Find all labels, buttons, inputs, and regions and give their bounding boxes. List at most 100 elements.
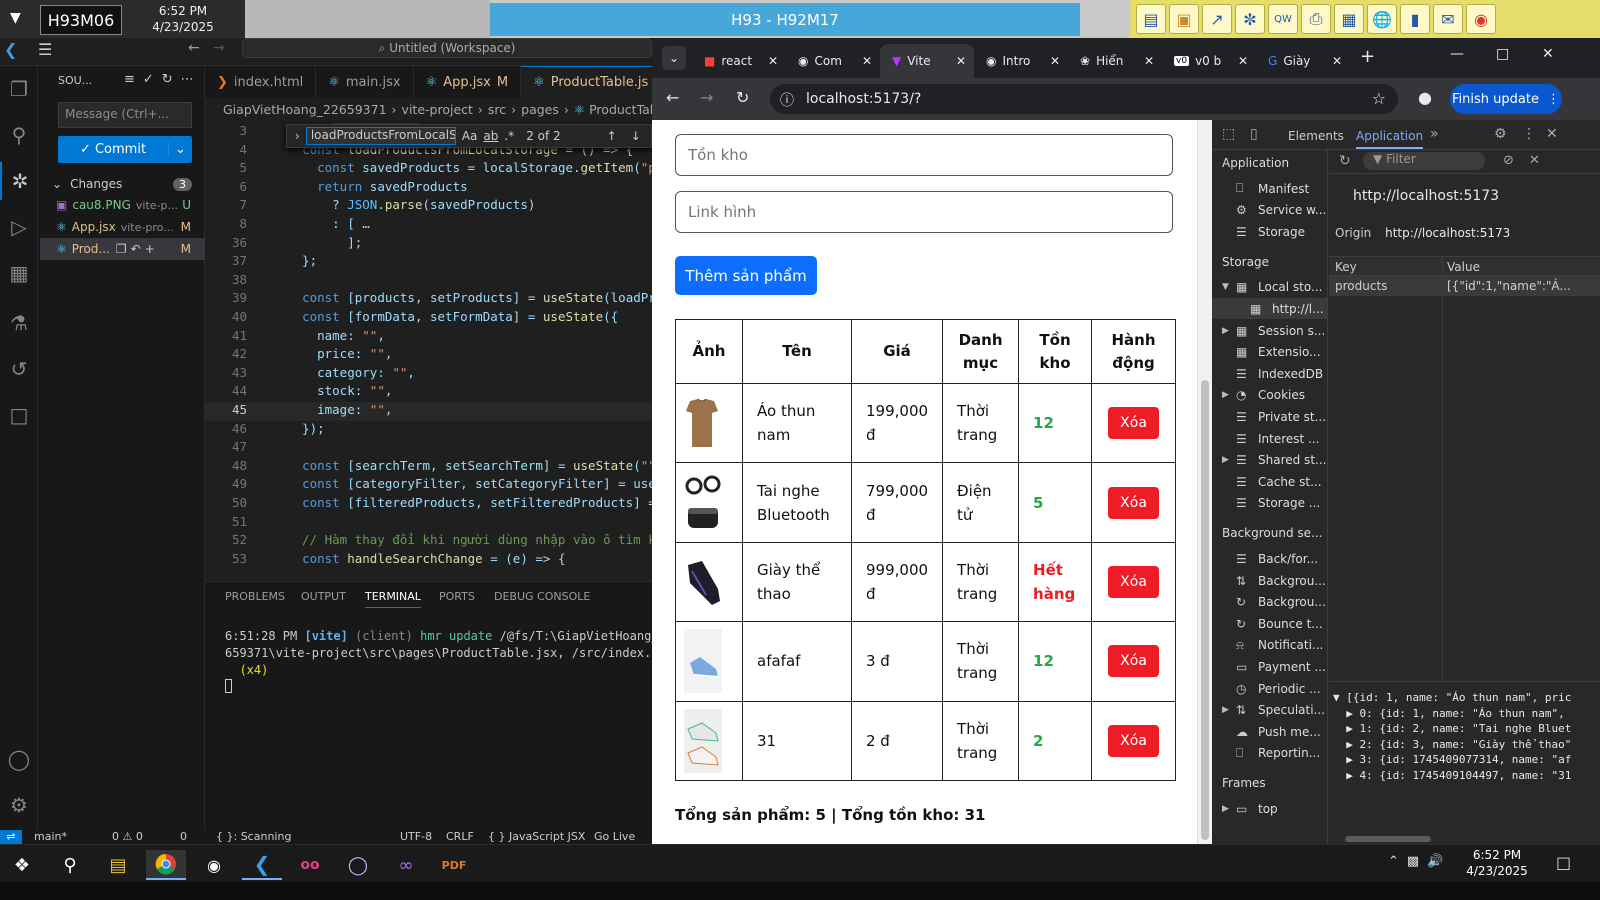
code-line[interactable]: 44 stock: "", [205, 383, 660, 402]
close-tab-icon[interactable]: ✕ [1144, 54, 1154, 68]
delete-button[interactable]: Xóa [1108, 645, 1159, 678]
tab-index-html[interactable]: ❯ index.html [205, 66, 317, 98]
testing-icon[interactable]: ⚗ [0, 304, 38, 342]
run-debug-icon[interactable]: ▷ [0, 208, 38, 246]
back-icon[interactable]: ← [666, 88, 679, 107]
code-line[interactable]: 6 return savedProducts [205, 179, 660, 198]
delete-selected-icon[interactable]: ✕ [1529, 153, 1540, 168]
add-product-button[interactable]: Thêm sản phẩm [675, 256, 817, 295]
close-tab-icon[interactable]: ✕ [956, 54, 966, 68]
explorer-icon[interactable]: ❐ [0, 70, 38, 108]
preview-line[interactable]: ▶ 0: {id: 1, name: "Áo thun nam", [1333, 706, 1600, 722]
more-tabs-icon[interactable]: » [1430, 126, 1439, 142]
scm-actions-icons[interactable]: ≡✓↻⋯ [124, 72, 202, 87]
code-line[interactable]: 45 image: "", [205, 402, 660, 421]
sidebar-item[interactable]: ▶ ▦ Session s... [1212, 320, 1327, 341]
tab-product-table[interactable]: ⚛ ProductTable.js [521, 66, 662, 98]
preview-line[interactable]: ▶ 4: {id: 1745409104497, name: "31 [1333, 768, 1600, 784]
browser-tab[interactable]: ❀ Hiển ✕ [1068, 44, 1162, 78]
device-toolbar-icon[interactable]: ▯ [1250, 126, 1258, 142]
hamburger-menu-icon[interactable]: ☰ [38, 40, 52, 59]
crumb-item[interactable]: pages [521, 102, 559, 117]
sidebar-item[interactable]: ▶ ⇅ Speculati... [1212, 700, 1327, 721]
language-status[interactable]: { } JavaScript JSX [488, 830, 585, 843]
briefcase-icon[interactable]: ▣ [1169, 4, 1199, 34]
grid-window-icon[interactable]: ▦ [1334, 4, 1364, 34]
image-link-input[interactable]: Link hình [675, 191, 1173, 233]
lifebuoy-icon[interactable]: ◉ [1466, 4, 1496, 34]
new-tab-icon[interactable]: + [1360, 46, 1375, 67]
next-match-icon[interactable]: ↓ [631, 129, 641, 143]
clear-all-icon[interactable]: ⊘ [1503, 153, 1514, 168]
code-line[interactable]: 51 [205, 514, 660, 533]
find-input[interactable]: loadProductsFromLocalSt [305, 127, 456, 145]
code-line[interactable]: 37 }; [205, 253, 660, 272]
remote-explorer-icon[interactable]: ↺ [0, 350, 38, 388]
dial-icon[interactable]: ✼ [1235, 4, 1265, 34]
window-icon[interactable]: ▤ [1136, 4, 1166, 34]
sidebar-item[interactable]: ⚙ Service w... [1212, 200, 1327, 221]
sidebar-item[interactable]: ⎕ Reportin... [1212, 743, 1327, 764]
address-bar[interactable]: ⓘ localhost:5173/? ☆ [770, 84, 1398, 114]
encoding-status[interactable]: UTF-8 [400, 830, 432, 843]
browser-tab[interactable]: ◉ Com ✕ [786, 44, 880, 78]
sidebar-item[interactable]: ▶ ◔ Cookies [1212, 385, 1327, 406]
sidebar-item[interactable]: ▶ ▭ top [1212, 798, 1327, 819]
close-devtools-icon[interactable]: ✕ [1546, 126, 1558, 142]
crumb-item[interactable]: GiapVietHoang_22659371 [223, 102, 387, 117]
extensions-icon[interactable]: ▦ [0, 254, 38, 292]
tab-app-jsx[interactable]: ⚛ App.jsx M [414, 66, 522, 98]
forward-arrow-icon[interactable]: → [213, 40, 225, 56]
delete-button[interactable]: Xóa [1108, 407, 1159, 440]
match-case-icon[interactable]: Aa [462, 129, 478, 143]
storage-row[interactable]: products [{"id":1,"name":"Á... [1329, 276, 1600, 296]
sidebar-item[interactable]: ↻ Bounce t... [1212, 613, 1327, 634]
preview-line[interactable]: ▼ [{id: 1, name: "Áo thun nam", pric [1333, 690, 1600, 706]
browser-tab-active[interactable]: ▼ Vite ✕ [880, 44, 974, 78]
sidebar-item[interactable]: ☰ Storage ... [1212, 493, 1327, 514]
delete-button[interactable]: Xóa [1108, 486, 1159, 519]
file-explorer-icon[interactable]: ▤ [98, 850, 138, 880]
sidebar-item[interactable]: ◷ Periodic ... [1212, 678, 1327, 699]
book-icon[interactable]: ▮ [1400, 4, 1430, 34]
page-scrollbar[interactable] [1197, 120, 1212, 844]
browser-tab[interactable]: ◉ Intro ✕ [974, 44, 1068, 78]
unikey-icon[interactable]: oo [290, 850, 330, 880]
panel-tab-ports[interactable]: PORTS [439, 590, 475, 603]
app-menu-icon[interactable]: ▼ [10, 10, 21, 26]
eclipse-icon[interactable]: ◯ [338, 850, 378, 880]
crumb-item[interactable]: src [488, 102, 506, 117]
site-info-icon[interactable]: ⓘ [780, 90, 794, 110]
code-line[interactable]: 5 const savedProducts = localStorage.get… [205, 160, 660, 179]
sidebar-item[interactable]: ⍾ Notificati... [1212, 635, 1327, 656]
start-windows-icon[interactable]: ❖ [2, 850, 42, 880]
reload-icon[interactable]: ↻ [736, 88, 749, 107]
search-icon[interactable]: ⚲ [50, 850, 90, 880]
search-icon[interactable]: ⚲ [0, 116, 38, 154]
code-line[interactable]: 8 : [ … [205, 216, 660, 235]
code-line[interactable]: 41 name: "", [205, 328, 660, 347]
close-window-icon[interactable]: ✕ [1542, 46, 1554, 62]
sidebar-item[interactable]: ☰ Back/for... [1212, 548, 1327, 569]
sidebar-item[interactable]: ☰ IndexedDB [1212, 363, 1327, 384]
sidebar-item[interactable]: ☰ Cache st... [1212, 471, 1327, 492]
code-line[interactable]: 38 [205, 272, 660, 291]
commit-message-input[interactable]: Message (Ctrl+... [58, 102, 192, 128]
scrollbar-thumb[interactable] [1201, 380, 1209, 840]
delete-button[interactable]: Xóa [1108, 565, 1159, 598]
chat-icon[interactable]: ✉ [1433, 4, 1463, 34]
sidebar-item[interactable]: ▼ ▦ Local sto... [1212, 277, 1327, 298]
notification-icon[interactable]: □ [1556, 853, 1571, 872]
prev-match-icon[interactable]: ↑ [607, 129, 617, 143]
code-line[interactable]: 50 const [filteredProducts, setFilteredP… [205, 495, 660, 514]
tab-application[interactable]: Application [1356, 129, 1424, 149]
profile-icon[interactable]: ● [1418, 88, 1432, 107]
sidebar-item[interactable]: ☰ Private st... [1212, 406, 1327, 427]
commit-dropdown-icon[interactable]: ⌄ [168, 142, 192, 157]
value-preview[interactable]: ▼ [{id: 1, name: "Áo thun nam", pric ▶ 0… [1333, 690, 1600, 783]
browser-tab[interactable]: G Giày ✕ [1256, 44, 1350, 78]
preview-line[interactable]: ▶ 1: {id: 2, name: "Tai nghe Bluet [1333, 721, 1600, 737]
close-tab-icon[interactable]: ✕ [862, 54, 872, 68]
problems-status[interactable]: 0 ⚠ 0 [112, 830, 143, 843]
code-line[interactable]: 49 const [categoryFilter, setCategoryFil… [205, 476, 660, 495]
